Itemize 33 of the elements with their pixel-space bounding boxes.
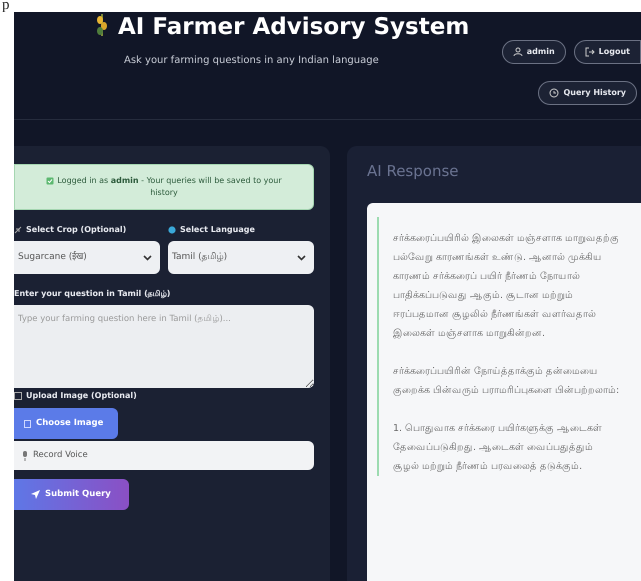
microphone-icon [22, 450, 28, 460]
alert-text: Logged in as admin - Your queries will be saved to your history [57, 176, 282, 197]
check-icon [46, 176, 54, 185]
response-paragraph: சர்க்கரைப்பயிரின் நோய்த்தாக்கும் தன்மையை குறைக்க பின்வரும் பராமரிப்புகளை பின்பற்றலாம்: [393, 364, 620, 398]
field-label: Select Language [180, 224, 255, 236]
app-title: AI Farmer Advisory System [118, 16, 470, 39]
chevron-icon [143, 254, 152, 260]
field-label: Enter your question in Tamil (தமிழ்) [14, 288, 170, 300]
history-button[interactable]: Query History [538, 81, 637, 105]
stray-text: p [1, 0, 10, 12]
image-icon [14, 392, 22, 400]
response-paragraph: சர்க்கரைப்பயிரில் இலைகள் மஞ்சளாக மாறுவதற்கு பல்வேறு காரணங்கள் உண்டு. ஆனால் முக்கிய காரணம் சர்க்கரைப் பயிர் நீர்ணம் நோயால் பாதிக்கப்படுவது ஆகும். சூடான மற்றும் ஈரப்பதமான சூழலில் நீர்ணங்கள் வளர்வதால் இலைகள் மஞ்சளாக மாறுகின்றன. [393, 232, 620, 341]
select-field[interactable]: Tamil (தமிழ்) [168, 241, 314, 274]
response-paragraph: 1. பொதுவாக சர்க்கரை பயிர்களுக்கு ஆடைகள் தேவைப்படுகிறது. ஆடைகள் வைப்பதுத்தும் சூழல் மற்றும் நீர்ணம் பரவலைத் தடுக்கும். [393, 422, 604, 474]
user-icon [512, 47, 523, 57]
chevron-icon [297, 254, 306, 260]
choose-image-button[interactable]: Choose Image [14, 408, 118, 439]
question-field[interactable]: Type your farming question here in Tamil (தமிழ்)... [14, 305, 314, 388]
wheat-icon [94, 12, 110, 38]
subtitle: Ask your farming questions in any Indian language [124, 54, 380, 68]
logout-button[interactable]: Logout [574, 40, 641, 64]
field-label: Upload Image (Optional) [26, 390, 137, 402]
panel-title: AI Response [367, 161, 460, 182]
user-button[interactable]: admin [502, 40, 566, 64]
globe-icon [168, 226, 176, 234]
select-field[interactable]: Sugarcane (ईख) [14, 241, 160, 274]
submit-button[interactable]: Submit Query [14, 479, 129, 510]
image-icon [24, 420, 31, 428]
logout-icon [584, 47, 595, 57]
clock-icon [549, 88, 560, 98]
record-voice-button[interactable]: Record Voice [14, 441, 314, 470]
field-label: Select Crop (Optional) [26, 224, 126, 236]
send-icon [31, 490, 40, 499]
